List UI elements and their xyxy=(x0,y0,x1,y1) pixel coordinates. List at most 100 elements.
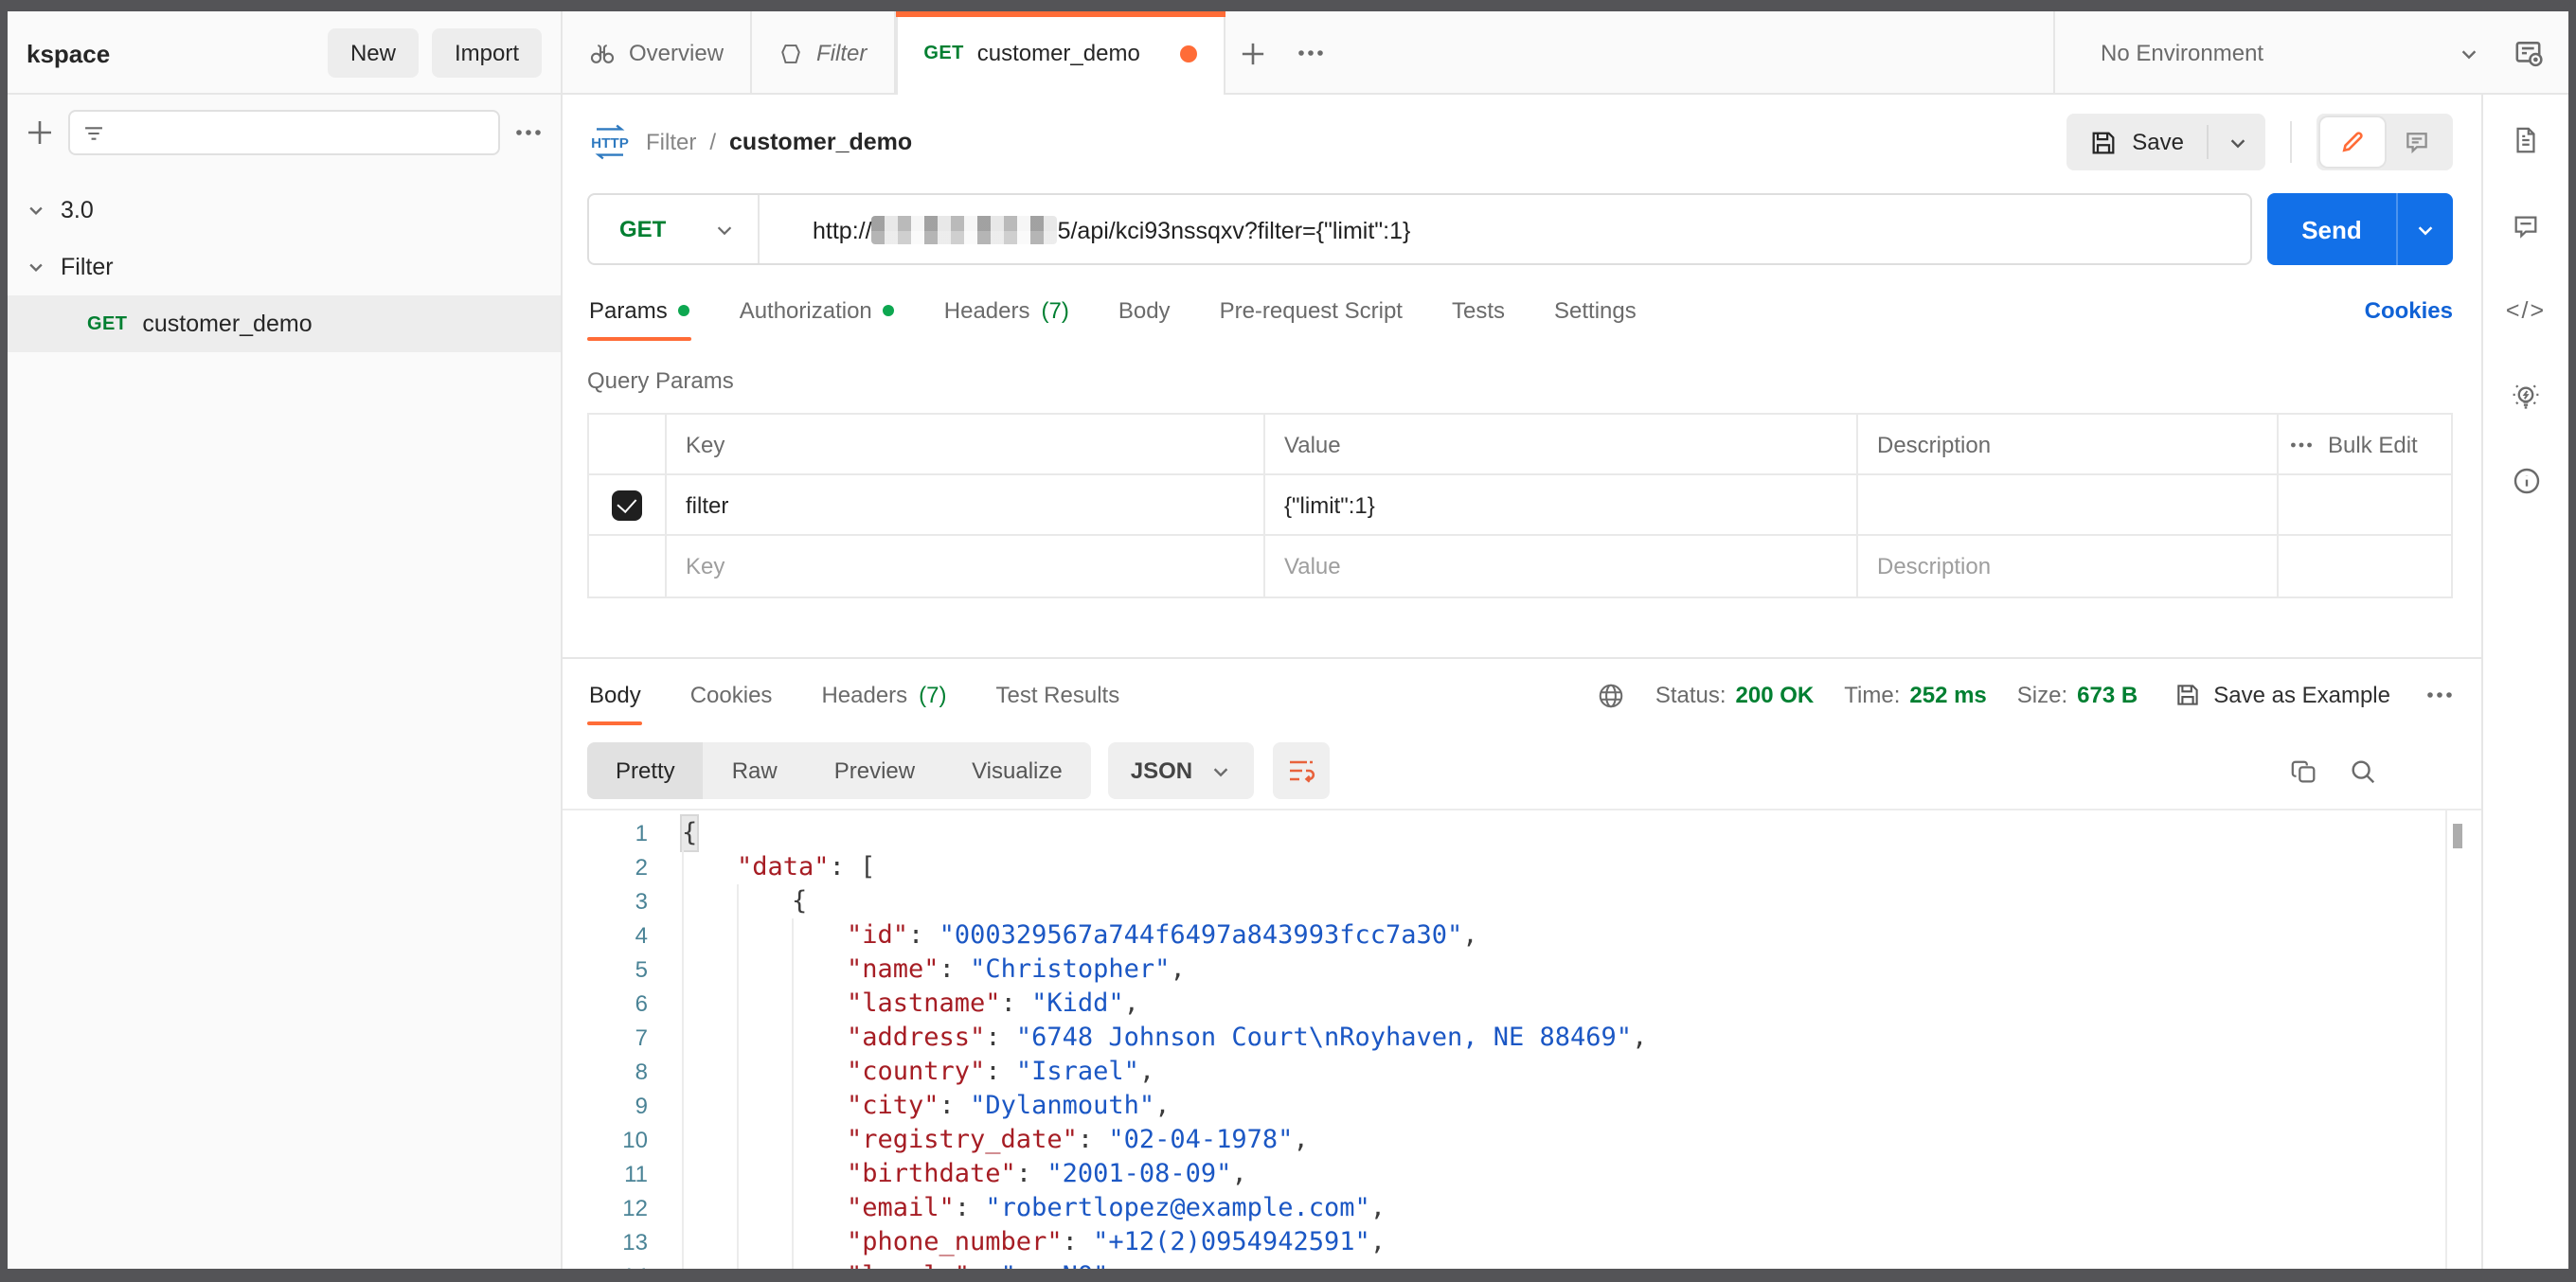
top-header: kspace New Import Overview Filter GET custo… xyxy=(8,11,2568,95)
indent-guide xyxy=(792,1089,847,1123)
param-cell[interactable] xyxy=(1858,475,2279,534)
code-token: "data" xyxy=(737,852,830,882)
tab-overview[interactable]: Overview xyxy=(563,11,753,95)
param-checkbox-cell xyxy=(589,475,667,534)
table-header: Key Value Description Bulk Edit xyxy=(589,415,2451,475)
documentation-button[interactable] xyxy=(2497,110,2554,170)
search-icon[interactable] xyxy=(2349,757,2377,785)
request-tab-pre-request-script[interactable]: Pre-request Script xyxy=(1218,280,1404,341)
send-options-button[interactable] xyxy=(2396,193,2453,265)
tab-customer-demo[interactable]: GET customer_demo xyxy=(895,11,1226,95)
param-placeholder-cell[interactable]: Description xyxy=(1858,536,2279,596)
save-as-example-button[interactable]: Save as Example xyxy=(2174,682,2390,708)
request-tab-settings[interactable]: Settings xyxy=(1552,280,1638,341)
indent-guide xyxy=(737,884,792,918)
line-number: 5 xyxy=(635,956,648,983)
response-tab-body[interactable]: Body xyxy=(587,665,644,725)
breadcrumb-name[interactable]: customer_demo xyxy=(729,129,912,155)
sidebar-add-button[interactable] xyxy=(27,119,53,146)
import-button[interactable]: Import xyxy=(431,28,542,78)
sidebar-filter-box[interactable] xyxy=(68,110,500,155)
bulk-edit-button[interactable]: Bulk Edit xyxy=(2279,415,2451,473)
param-cell[interactable]: {"limit":1} xyxy=(1265,475,1858,534)
response-tab-test-results[interactable]: Test Results xyxy=(994,665,1122,725)
code-token: : xyxy=(985,1023,1016,1053)
edit-mode-button[interactable] xyxy=(2320,117,2385,167)
request-tab-authorization[interactable]: Authorization xyxy=(738,280,897,341)
request-tab-body[interactable]: Body xyxy=(1117,280,1172,341)
request-method-label: GET xyxy=(87,313,128,334)
tab-filter[interactable]: Filter xyxy=(752,11,896,95)
response-more-button[interactable] xyxy=(2426,691,2453,699)
chevron-down-icon xyxy=(2415,219,2436,240)
cookies-link[interactable]: Cookies xyxy=(2365,297,2453,324)
new-tab-button[interactable] xyxy=(1225,11,1282,95)
column-key: Key xyxy=(667,415,1265,473)
response-tab-headers[interactable]: Headers (7) xyxy=(819,665,948,725)
comment-icon xyxy=(2404,129,2430,155)
breadcrumb: HTTP Filter / customer_demo xyxy=(587,121,2066,163)
breadcrumb-parent[interactable]: Filter xyxy=(646,129,696,155)
sidebar-item-filter[interactable]: Filter xyxy=(8,239,561,295)
line-number: 1 xyxy=(635,820,648,846)
checkbox-checked[interactable] xyxy=(612,490,642,520)
environment-quick-look-icon[interactable] xyxy=(2513,37,2546,69)
info-button[interactable] xyxy=(2497,451,2554,511)
pull-request-hints-button[interactable] xyxy=(2497,365,2554,426)
comment-button[interactable] xyxy=(2385,117,2449,167)
view-mode-pretty[interactable]: Pretty xyxy=(587,742,704,799)
wrap-line-button[interactable] xyxy=(1272,742,1330,799)
scrollbar-thumb[interactable] xyxy=(2453,824,2462,848)
response-tab-cookies[interactable]: Cookies xyxy=(689,665,775,725)
request-tab-tests[interactable]: Tests xyxy=(1450,280,1507,341)
request-tab-params[interactable]: Params xyxy=(587,280,693,341)
new-button[interactable]: New xyxy=(327,28,419,78)
code-token: "city" xyxy=(847,1091,939,1121)
code-line: 8 "country": "Israel", xyxy=(587,1055,2481,1089)
copy-button[interactable] xyxy=(2290,757,2318,785)
code-line: 4 "id": "000329567a744f6497a843993fcc7a30… xyxy=(587,918,2481,953)
chevron-down-icon xyxy=(27,201,45,220)
url-input[interactable]: http://5/api/kci93nssqxv?filter={"limit"… xyxy=(760,215,1410,243)
code-token: "000329567a744f6497a843993fcc7a30" xyxy=(939,920,1463,951)
chevron-down-icon[interactable] xyxy=(2459,43,2479,63)
globe-icon[interactable] xyxy=(1597,681,1625,709)
tab-options-button[interactable] xyxy=(1282,11,1339,95)
view-mode-raw[interactable]: Raw xyxy=(704,742,806,799)
view-mode-visualize[interactable]: Visualize xyxy=(943,742,1091,799)
placeholder-row: Key Value Description xyxy=(589,536,2451,596)
save-button[interactable]: Save xyxy=(2066,114,2207,170)
environment-selector[interactable]: No Environment xyxy=(2101,40,2443,66)
view-mode-switcher: Pretty Raw Preview Visualize xyxy=(587,742,1091,799)
code-token: "se_NO" xyxy=(1001,1259,1109,1269)
request-tab-label: Params xyxy=(589,297,668,324)
response-body-editor[interactable]: 1{2 "data": [3{4 "id": "000329567a744f6497… xyxy=(563,809,2481,1269)
sidebar-item-customer-demo[interactable]: GET customer_demo xyxy=(8,295,561,352)
send-button[interactable]: Send xyxy=(2267,193,2396,265)
format-label: JSON xyxy=(1130,757,1193,784)
param-placeholder-cell[interactable]: Key xyxy=(667,536,1265,596)
line-number: 9 xyxy=(635,1093,648,1119)
code-token: "2001-08-09" xyxy=(1046,1159,1232,1189)
sidebar-item-3-0[interactable]: 3.0 xyxy=(8,182,561,239)
param-cell-end xyxy=(2279,536,2451,596)
method-label: GET xyxy=(619,216,667,242)
param-checkbox-cell xyxy=(589,536,667,596)
code-token: : xyxy=(985,1057,1016,1087)
indent-guide xyxy=(682,850,737,884)
workspace-name: kspace xyxy=(27,39,111,67)
environment-area: No Environment xyxy=(2053,11,2568,95)
comments-button[interactable] xyxy=(2497,195,2554,256)
view-mode-preview[interactable]: Preview xyxy=(806,742,943,799)
save-options-button[interactable] xyxy=(2209,114,2265,170)
request-tab-label: Settings xyxy=(1554,297,1637,324)
param-cell[interactable]: filter xyxy=(667,475,1265,534)
request-tab-headers[interactable]: Headers (7) xyxy=(942,280,1071,341)
code-snippet-button[interactable]: </> xyxy=(2497,280,2554,341)
sidebar-more-button[interactable] xyxy=(515,129,542,136)
response-tab-label: Cookies xyxy=(689,682,773,708)
sidebar-filter-input[interactable] xyxy=(117,119,487,146)
method-select[interactable]: GET xyxy=(589,195,760,263)
param-placeholder-cell[interactable]: Value xyxy=(1265,536,1858,596)
format-select[interactable]: JSON xyxy=(1107,742,1254,799)
